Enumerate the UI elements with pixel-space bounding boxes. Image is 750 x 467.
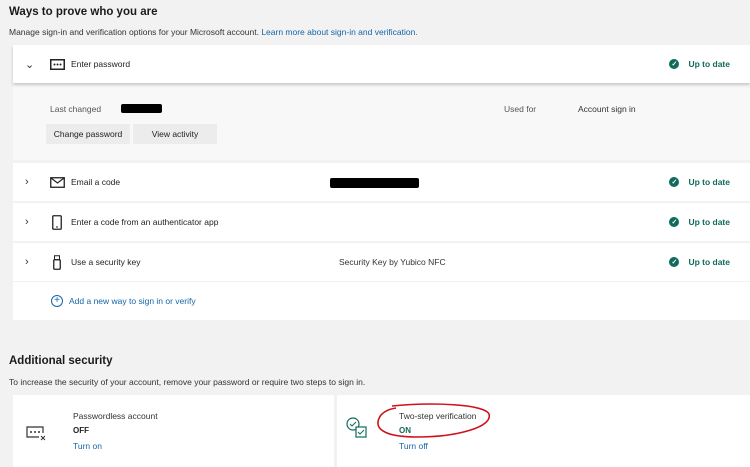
change-password-button[interactable]: Change password xyxy=(46,124,130,144)
check-circle-icon: ✓ xyxy=(669,217,680,227)
status-badge: ✓ Up to date xyxy=(669,217,730,227)
chevron-down-icon[interactable]: ⌄ xyxy=(25,58,39,71)
section-title: Ways to prove who you are xyxy=(9,6,158,18)
method-label: Email a code xyxy=(71,177,121,187)
two-step-icon xyxy=(346,417,368,441)
annotation-circle xyxy=(377,403,490,438)
learn-more-link[interactable]: Learn more about sign-in and verificatio… xyxy=(261,27,417,37)
password-label: Enter password xyxy=(71,59,131,69)
method-detail: Security Key by Yubico NFC xyxy=(339,257,446,267)
method-label: Use a security key xyxy=(71,257,141,267)
envelope-icon xyxy=(49,176,65,188)
passwordless-state: OFF xyxy=(73,426,89,435)
password-row[interactable]: ⌄ Enter password ✓ Up to date xyxy=(13,45,750,83)
status-text: Up to date xyxy=(688,257,730,267)
password-details xyxy=(13,82,750,160)
plus-circle-icon: + xyxy=(51,295,63,307)
section-description: Manage sign-in and verification options … xyxy=(9,27,418,37)
chevron-right-icon[interactable]: › xyxy=(25,256,39,268)
add-method-row[interactable]: + Add a new way to sign in or verify xyxy=(13,282,750,320)
phone-icon xyxy=(49,214,65,230)
used-for-value: Account sign in xyxy=(578,104,636,114)
last-changed-label: Last changed xyxy=(50,104,102,114)
turn-on-link[interactable]: Turn on xyxy=(73,441,102,451)
check-circle-icon: ✓ xyxy=(669,177,680,187)
check-circle-icon: ✓ xyxy=(669,257,680,267)
status-badge: ✓ Up to date xyxy=(669,257,730,267)
status-badge: ✓ Up to date xyxy=(669,177,730,187)
section-title: Additional security xyxy=(9,355,113,367)
status-text: Up to date xyxy=(688,59,730,69)
status-text: Up to date xyxy=(688,177,730,187)
redacted-date xyxy=(121,104,162,113)
usb-key-icon xyxy=(49,254,65,270)
description-text: Manage sign-in and verification options … xyxy=(9,27,259,37)
add-method-link[interactable]: Add a new way to sign in or verify xyxy=(69,296,196,306)
method-row-security-key[interactable]: › Use a security key Security Key by Yub… xyxy=(13,243,750,281)
section-description: To increase the security of your account… xyxy=(9,377,366,387)
method-row-authenticator[interactable]: › Enter a code from an authenticator app… xyxy=(13,203,750,241)
turn-off-link[interactable]: Turn off xyxy=(399,441,428,451)
view-activity-button[interactable]: View activity xyxy=(133,124,217,144)
passwordless-icon xyxy=(26,426,46,443)
check-circle-icon: ✓ xyxy=(669,59,680,69)
redacted-email xyxy=(330,178,419,188)
status-text: Up to date xyxy=(688,217,730,227)
password-icon xyxy=(49,58,65,70)
passwordless-card: Passwordless account OFF Turn on xyxy=(13,395,334,467)
status-badge: ✓ Up to date xyxy=(669,59,730,69)
chevron-right-icon[interactable]: › xyxy=(25,176,39,188)
chevron-right-icon[interactable]: › xyxy=(25,216,39,228)
method-label: Enter a code from an authenticator app xyxy=(71,217,219,227)
passwordless-title: Passwordless account xyxy=(73,411,158,421)
used-for-label: Used for xyxy=(504,104,537,114)
